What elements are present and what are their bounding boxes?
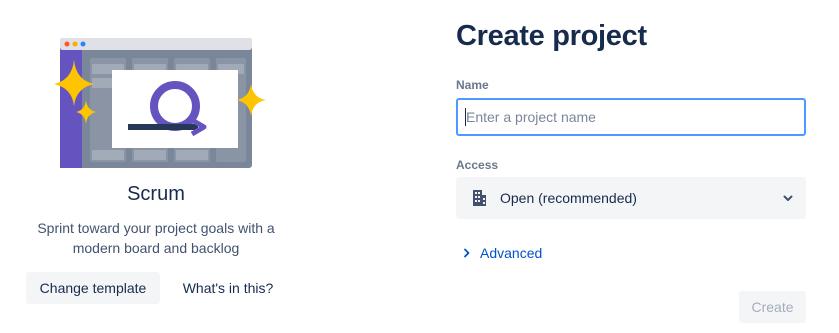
- advanced-label: Advanced: [480, 245, 543, 261]
- change-template-button[interactable]: Change template: [26, 272, 160, 304]
- advanced-toggle[interactable]: Advanced: [462, 245, 542, 261]
- page-title: Create project: [456, 20, 647, 52]
- name-label: Name: [456, 78, 489, 92]
- access-selected-value: Open (recommended): [500, 190, 637, 206]
- window-close-dot: [64, 41, 70, 47]
- access-label: Access: [456, 158, 499, 172]
- whats-in-this-button[interactable]: What's in this?: [170, 272, 286, 304]
- access-select[interactable]: Open (recommended): [456, 177, 806, 219]
- template-title: Scrum: [127, 183, 185, 205]
- window-max-dot: [80, 41, 86, 47]
- project-name-input[interactable]: [456, 98, 806, 136]
- scrum-illustration: [54, 38, 266, 168]
- window-min-dot: [72, 41, 78, 47]
- chevron-right-icon: [464, 248, 470, 258]
- chevron-down-icon: [783, 195, 793, 201]
- text-caret: [465, 108, 466, 126]
- create-button[interactable]: Create: [739, 291, 806, 323]
- template-description: Sprint toward your project goals with a …: [37, 220, 275, 256]
- building-icon: [473, 190, 486, 206]
